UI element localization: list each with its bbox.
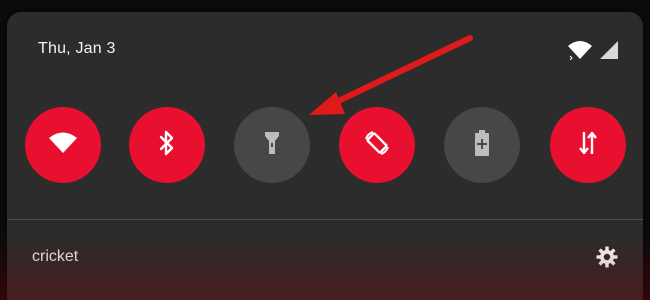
rotate-icon xyxy=(362,128,392,163)
bluetooth-icon xyxy=(158,130,176,161)
screen: Thu, Jan 3 cricket xyxy=(0,0,650,300)
quick-settings-panel: Thu, Jan 3 cricket xyxy=(7,12,643,300)
settings-button[interactable] xyxy=(595,245,619,269)
flashlight-icon xyxy=(263,130,281,161)
gear-icon xyxy=(595,246,619,273)
battery-saver-icon xyxy=(474,129,490,162)
divider xyxy=(7,219,643,220)
tile-wifi[interactable] xyxy=(25,107,101,183)
status-date: Thu, Jan 3 xyxy=(38,40,116,57)
carrier-name: cricket xyxy=(32,248,79,265)
tile-auto-rotate[interactable] xyxy=(339,107,415,183)
data-transfer-icon xyxy=(577,130,599,161)
tile-flashlight[interactable] xyxy=(234,107,310,183)
status-icons xyxy=(567,40,619,65)
tile-bluetooth[interactable] xyxy=(129,107,205,183)
cell-signal-icon xyxy=(599,40,619,65)
tile-battery-saver[interactable] xyxy=(444,107,520,183)
wifi-signal-icon xyxy=(567,40,593,65)
wifi-icon xyxy=(48,131,78,160)
tile-mobile-data[interactable] xyxy=(550,107,626,183)
